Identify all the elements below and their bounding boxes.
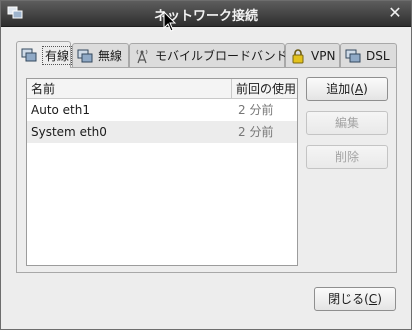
tab-mobile-broadband[interactable]: モバイルブロードバンド [129,43,288,67]
window-title: ネットワーク接続 [153,9,258,24]
close-button-label: 閉じる( [328,292,369,306]
title-bar[interactable]: ネットワーク接続 ✕ [1,1,411,27]
tab-wireless[interactable]: 無線 [72,43,129,67]
tab-label: 有線 [42,45,73,65]
close-window-icon[interactable]: ✕ [387,4,403,22]
tab-label: 無線 [98,49,123,63]
wired-tab-panel: 名前 前回の使用 Auto eth1 2 分前 System eth0 2 分前… [16,67,397,273]
tab-dsl[interactable]: DSL [340,43,397,67]
add-button-mnemonic: A [354,82,364,96]
tab-vpn[interactable]: VPN [285,43,340,67]
connection-last-used: 2 分前 [238,125,274,139]
list-header: 名前 前回の使用 [27,79,297,99]
tab-label: VPN [311,48,336,63]
connection-name: System eth0 [31,125,107,139]
edit-button[interactable]: 編集 [306,111,388,135]
connection-name: Auto eth1 [31,103,91,117]
mouse-cursor-icon [163,11,177,32]
tab-label: DSL [366,48,390,63]
table-row[interactable]: Auto eth1 2 分前 [27,99,297,121]
connection-last-used: 2 分前 [238,103,274,117]
add-button-suffix: ) [363,82,368,96]
close-button[interactable]: 閉じる(C) [314,287,396,311]
close-button-mnemonic: C [368,292,378,306]
column-header-name[interactable]: 名前 [27,79,232,98]
dsl-network-icon [345,49,361,62]
table-row[interactable]: System eth0 2 分前 [27,121,297,143]
connection-type-tabs: 有線 無線 モバイルブロードバンド VPN DSL [16,41,397,68]
delete-button[interactable]: 削除 [306,145,388,169]
add-button[interactable]: 追加(A) [306,77,388,101]
network-connections-window: ネットワーク接続 ✕ 有線 無線 モバイルブロードバンド VPN DSL 名前 … [0,0,412,330]
add-button-label: 追加( [326,82,355,96]
connection-list[interactable]: 名前 前回の使用 Auto eth1 2 分前 System eth0 2 分前 [26,78,298,266]
wired-network-icon [21,48,37,62]
antenna-icon [136,49,148,63]
tab-wired[interactable]: 有線 [16,41,73,68]
close-button-suffix: ) [377,292,382,306]
wireless-network-icon [77,49,93,62]
column-header-last-used[interactable]: 前回の使用 [232,79,297,98]
lock-icon [292,48,304,63]
tab-label: モバイルブロードバンド [155,49,288,63]
